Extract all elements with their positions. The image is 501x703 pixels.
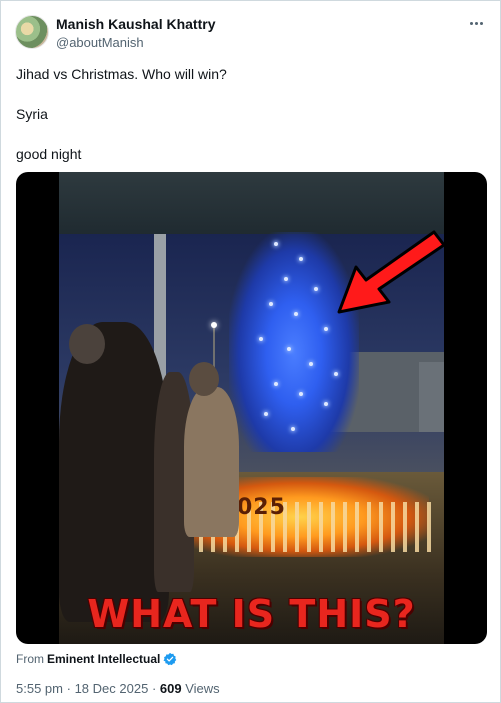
author-handle[interactable]: @aboutManish <box>56 34 215 51</box>
person-silhouette <box>59 322 169 622</box>
tweet-meta: 5:55 pm · 18 Dec 2025 · 609 Views <box>16 681 220 697</box>
tree-light <box>274 242 278 246</box>
author-block: Manish Kaushal Khattry @aboutManish <box>56 16 215 51</box>
tree-light <box>299 392 303 396</box>
author-name[interactable]: Manish Kaushal Khattry <box>56 16 215 33</box>
video-caption: WHAT IS THIS? <box>87 592 416 636</box>
red-arrow-icon <box>337 230 444 314</box>
tree-light <box>324 402 328 406</box>
tree-light <box>314 287 318 291</box>
video-media[interactable]: 025 WHAT IS THIS? <box>16 172 487 644</box>
building <box>419 362 444 432</box>
tree-light <box>274 382 278 386</box>
tree-light <box>287 347 291 351</box>
source-account-link[interactable]: Eminent Intellectual <box>47 651 160 667</box>
tweet-time[interactable]: 5:55 pm <box>16 681 63 696</box>
tweet-text-line-1: Jihad vs Christmas. Who will win? <box>16 66 227 82</box>
tree-light <box>291 427 295 431</box>
tweet-text-line-3: good night <box>16 146 82 162</box>
tree-light <box>334 372 338 376</box>
street-lamp <box>211 322 217 328</box>
tweet-text-line-2: Syria <box>16 106 48 122</box>
person-head <box>69 324 105 364</box>
tree-light <box>264 412 268 416</box>
tree-light <box>284 277 288 281</box>
more-dot <box>479 21 483 25</box>
more-dot <box>469 21 473 25</box>
source-attribution: From Eminent Intellectual <box>16 651 177 667</box>
year-sign: 025 <box>237 495 286 520</box>
avatar[interactable] <box>15 15 49 49</box>
more-horizontal-icon[interactable] <box>466 15 486 31</box>
separator: · <box>66 681 71 696</box>
tree-light <box>294 312 298 316</box>
person-silhouette <box>184 387 239 537</box>
video-frame[interactable]: 025 WHAT IS THIS? <box>59 172 444 644</box>
tree-light <box>324 327 328 331</box>
separator: · <box>151 681 157 696</box>
views-count: 609 <box>159 681 182 696</box>
more-dot <box>474 21 478 25</box>
tree-light <box>309 362 313 366</box>
tweet-card: Manish Kaushal Khattry @aboutManish Jiha… <box>0 0 501 703</box>
verified-badge-icon <box>163 652 177 666</box>
tweet-date[interactable]: 18 Dec 2025 <box>75 681 149 696</box>
tree-light <box>299 257 303 261</box>
views-label: Views <box>185 681 220 696</box>
person-head <box>189 362 219 396</box>
source-prefix: From <box>16 652 44 666</box>
tree-light <box>269 302 273 306</box>
tree-light <box>259 337 263 341</box>
